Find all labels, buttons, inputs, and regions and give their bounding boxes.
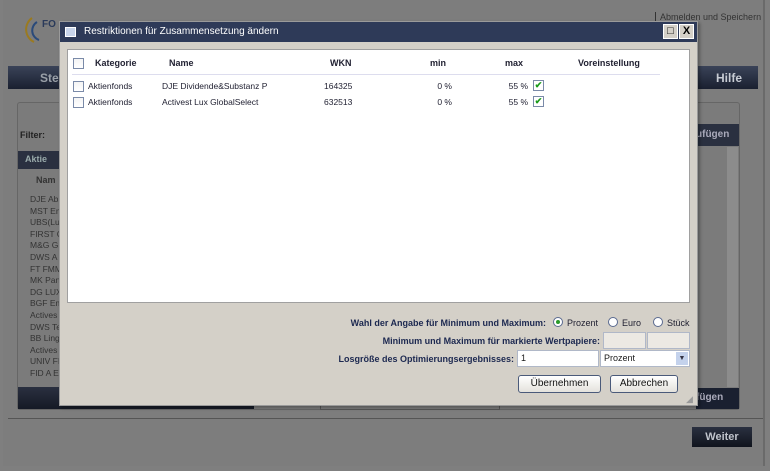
- radio-euro[interactable]: [608, 317, 618, 327]
- add-button-bottom[interactable]: fügen: [696, 388, 739, 409]
- fund-list-item[interactable]: Actives: [30, 310, 57, 320]
- dialog-title: Restriktionen für Zusammensetzung ändern: [84, 26, 279, 37]
- close-icon[interactable]: X: [679, 24, 694, 39]
- fund-list-item[interactable]: FID A E: [30, 368, 59, 378]
- row-kategorie: Aktienfonds: [88, 81, 133, 91]
- fund-list-item[interactable]: Actives: [30, 345, 57, 355]
- cancel-button[interactable]: Abbrechen: [610, 375, 678, 393]
- maximize-icon[interactable]: □: [663, 24, 678, 39]
- next-button[interactable]: Weiter: [692, 427, 752, 447]
- row-wkn: 164325: [324, 81, 353, 91]
- group-header[interactable]: Aktie: [18, 151, 63, 169]
- radio-stueck[interactable]: [653, 317, 663, 327]
- radio-prozent-label[interactable]: Prozent: [567, 318, 598, 328]
- fund-list-item[interactable]: MST Em: [30, 206, 63, 216]
- fund-list-item[interactable]: DG LUX: [30, 287, 62, 297]
- nav-item-start[interactable]: Ste: [40, 71, 59, 85]
- row-min: 0 %: [437, 81, 452, 91]
- lot-size-input[interactable]: 1: [517, 350, 599, 367]
- fund-list-item[interactable]: DWS A: [30, 252, 57, 262]
- unit-label: Wahl der Angabe für Minimum und Maximum:: [350, 318, 546, 328]
- row-min: 0 %: [437, 97, 452, 107]
- resize-grip-icon[interactable]: ◢: [686, 394, 693, 405]
- fund-list-item[interactable]: FT FMM: [30, 264, 62, 274]
- divider: [8, 418, 763, 419]
- header-max[interactable]: max: [505, 58, 523, 68]
- restrictions-table: Kategorie Name WKN min max Voreinstellun…: [67, 49, 690, 303]
- minmax-label: Minimum und Maximum für markierte Wertpa…: [382, 336, 600, 346]
- filter-label: Filter:: [20, 130, 46, 140]
- window-icon: [65, 27, 76, 37]
- nav-item-help[interactable]: Hilfe: [716, 71, 742, 85]
- max-checkbox[interactable]: ✔: [533, 80, 544, 91]
- row-checkbox[interactable]: [73, 97, 84, 108]
- row-checkbox[interactable]: [73, 81, 84, 92]
- radio-stueck-label[interactable]: Stück: [667, 318, 690, 328]
- header-name[interactable]: Name: [169, 58, 194, 68]
- radio-prozent[interactable]: [553, 317, 563, 327]
- logo: FO: [20, 14, 60, 44]
- column-name-header: Nam: [36, 175, 56, 185]
- fund-list-item[interactable]: BGF Em: [30, 298, 63, 308]
- min-input[interactable]: [603, 332, 646, 349]
- max-input[interactable]: [647, 332, 690, 349]
- restrictions-dialog: Restriktionen für Zusammensetzung ändern…: [59, 21, 698, 406]
- fund-list-item[interactable]: MK Pan: [30, 275, 60, 285]
- header-wkn[interactable]: WKN: [330, 58, 352, 68]
- header-voreinstellung[interactable]: Voreinstellung: [578, 58, 640, 68]
- lot-unit-select[interactable]: Prozent ▼: [600, 350, 690, 367]
- row-name: Activest Lux GlobalSelect: [162, 97, 259, 107]
- select-all-checkbox[interactable]: [73, 58, 84, 69]
- group-label: Aktie: [25, 154, 48, 164]
- fund-list-item[interactable]: UBS(Lu: [30, 217, 60, 227]
- header-kategorie[interactable]: Kategorie: [95, 58, 137, 68]
- lot-unit-value: Prozent: [604, 353, 636, 363]
- fund-list-item[interactable]: M&G G: [30, 240, 58, 250]
- add-button[interactable]: ufügen: [696, 124, 739, 146]
- row-name: DJE Dividende&Substanz P: [162, 81, 268, 91]
- fund-list-item[interactable]: DJE Ab: [30, 194, 58, 204]
- fund-list-item[interactable]: BB Ling: [30, 333, 60, 343]
- fund-list-item[interactable]: FIRST C: [30, 229, 63, 239]
- scrollbar[interactable]: [727, 147, 738, 387]
- radio-euro-label[interactable]: Euro: [622, 318, 641, 328]
- row-max: 55 %: [508, 97, 528, 107]
- dialog-title-bar[interactable]: Restriktionen für Zusammensetzung ändern…: [60, 22, 697, 42]
- logo-text: FO: [42, 19, 56, 30]
- fund-list-item[interactable]: DWS Te: [30, 322, 61, 332]
- fund-list-item[interactable]: UNIV FI: [30, 356, 60, 366]
- lot-label: Losgröße des Optimierungsergebnisses:: [338, 354, 514, 364]
- row-max: 55 %: [508, 81, 528, 91]
- apply-button[interactable]: Übernehmen: [518, 375, 601, 393]
- header-min[interactable]: min: [430, 58, 446, 68]
- row-kategorie: Aktienfonds: [88, 97, 133, 107]
- max-checkbox[interactable]: ✔: [533, 96, 544, 107]
- chevron-down-icon[interactable]: ▼: [676, 352, 688, 365]
- header-divider: [72, 74, 660, 75]
- row-wkn: 632513: [324, 97, 353, 107]
